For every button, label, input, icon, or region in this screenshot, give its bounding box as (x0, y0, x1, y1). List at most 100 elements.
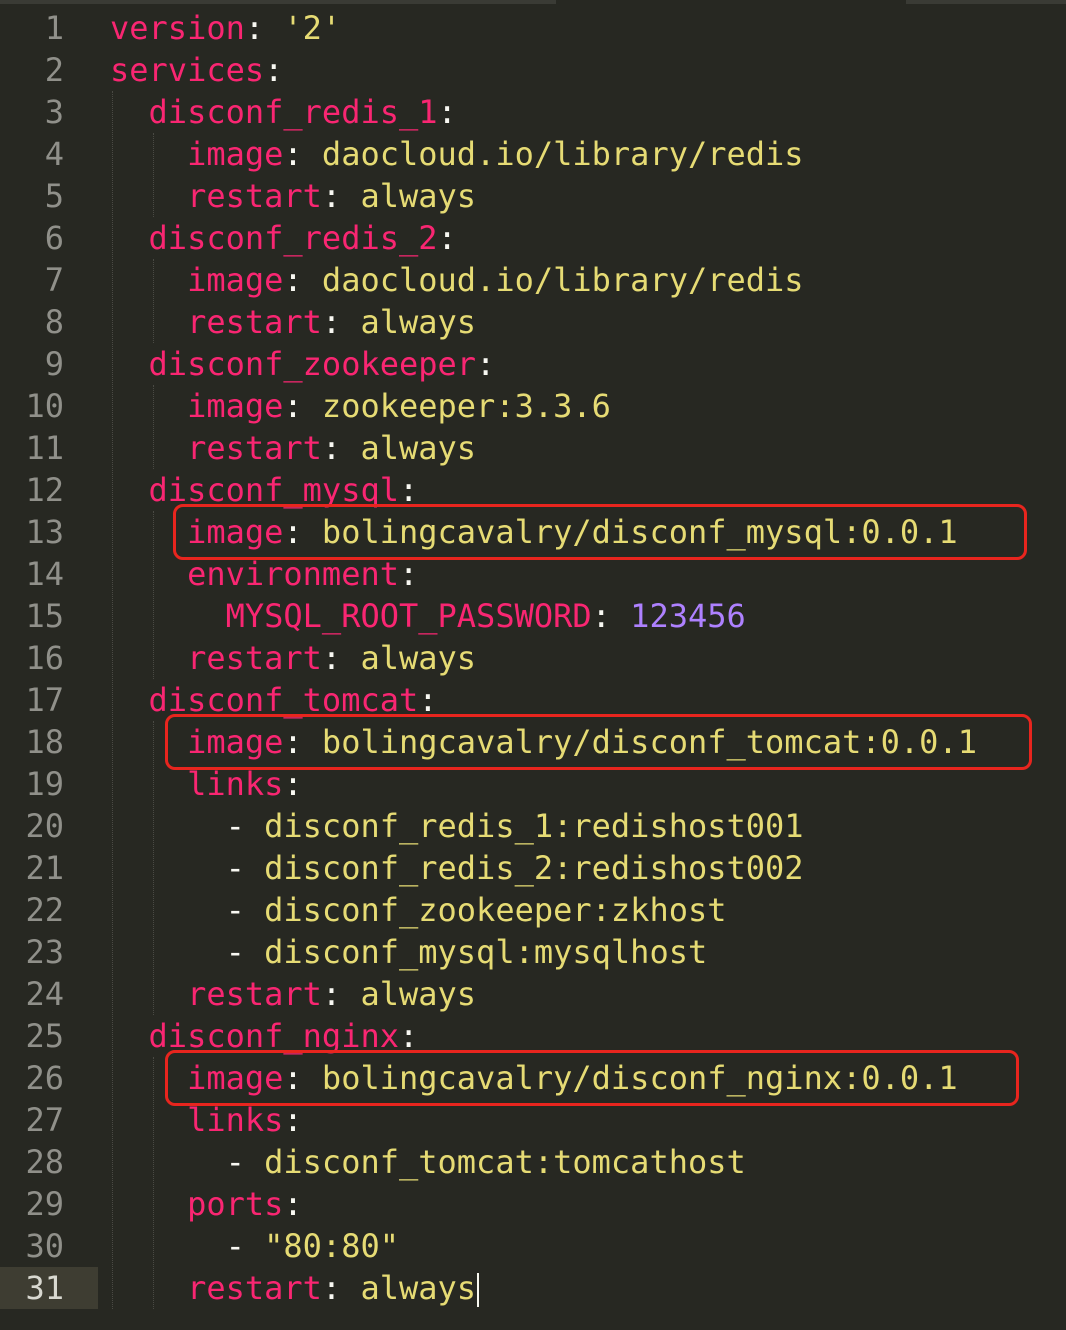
line-number: 17 (25, 681, 64, 719)
code-token: disconf_mysql:mysqlhost (264, 933, 708, 971)
line-number: 19 (25, 765, 64, 803)
line-number-row: 31 (0, 1267, 98, 1309)
code-token: image (187, 135, 284, 173)
indent-guide (153, 511, 154, 679)
line-number-row: 16 (0, 637, 98, 679)
code-token: image (187, 261, 284, 299)
line-number-row: 6 (0, 217, 98, 259)
code-line[interactable]: services: (110, 49, 283, 91)
line-number: 2 (44, 51, 64, 89)
code-line[interactable]: image: zookeeper:3.3.6 (110, 385, 611, 427)
line-number-row: 17 (0, 679, 98, 721)
code-token: restart (187, 429, 322, 467)
code-line[interactable]: - disconf_zookeeper:zkhost (110, 889, 727, 931)
code-line[interactable]: restart: always (110, 637, 476, 679)
code-token: : (283, 1101, 303, 1139)
line-number-row: 25 (0, 1015, 98, 1057)
line-number: 1 (44, 9, 64, 47)
code-line[interactable]: ports: (110, 1183, 303, 1225)
line-number-row: 9 (0, 343, 98, 385)
code-editor[interactable]: 1 2 3 4 5 6 7 8 9 10 11 12 13 14 15 16 17 18 19 20 21 22 23 24 2… (0, 0, 1066, 1330)
line-number-row: 23 (0, 931, 98, 973)
line-number-row: 20 (0, 805, 98, 847)
line-number: 13 (25, 513, 64, 551)
line-number: 18 (25, 723, 64, 761)
line-number: 11 (25, 429, 64, 467)
indent-guide (112, 91, 113, 1309)
code-line[interactable]: disconf_zookeeper: (110, 343, 496, 385)
line-number: 7 (44, 261, 64, 299)
line-number: 20 (25, 807, 64, 845)
line-number-row: 30 (0, 1225, 98, 1267)
code-token: - (225, 849, 265, 887)
code-token: always (360, 639, 477, 677)
line-number: 6 (44, 219, 64, 257)
line-number-row: 24 (0, 973, 98, 1015)
code-token: image (187, 387, 284, 425)
line-number-row: 29 (0, 1183, 98, 1225)
code-token: disconf_redis_1 (148, 93, 438, 131)
code-token: disconf_redis_2 (148, 219, 438, 257)
highlight-box (165, 1050, 1019, 1106)
highlight-box (173, 504, 1027, 560)
line-number: 4 (44, 135, 64, 173)
code-token: : (321, 639, 361, 677)
code-token: restart (187, 975, 322, 1013)
code-token: disconf_zookeeper:zkhost (264, 891, 727, 929)
code-line[interactable]: MYSQL_ROOT_PASSWORD: 123456 (110, 595, 746, 637)
code-token: restart (187, 177, 322, 215)
code-line[interactable]: image: daocloud.io/library/redis (110, 133, 804, 175)
code-token: : (244, 9, 284, 47)
code-token: : (321, 177, 361, 215)
line-number: 15 (25, 597, 64, 635)
code-line[interactable]: - disconf_tomcat:tomcathost (110, 1141, 746, 1183)
line-number-row: 4 (0, 133, 98, 175)
code-line[interactable]: disconf_redis_1: (110, 91, 457, 133)
code-token: ports (187, 1185, 284, 1223)
code-token: - (225, 807, 265, 845)
line-number-row: 10 (0, 385, 98, 427)
code-line[interactable]: - disconf_redis_1:redishost001 (110, 805, 804, 847)
code-line[interactable]: restart: always (110, 175, 476, 217)
code-token: disconf_redis_2:redishost002 (264, 849, 804, 887)
line-number: 31 (25, 1269, 64, 1307)
code-token: always (360, 429, 477, 467)
code-line[interactable]: image: daocloud.io/library/redis (110, 259, 804, 301)
line-number-row: 8 (0, 301, 98, 343)
code-line[interactable]: - disconf_mysql:mysqlhost (110, 931, 708, 973)
line-number-row: 14 (0, 553, 98, 595)
line-number: 22 (25, 891, 64, 929)
line-number: 14 (25, 555, 64, 593)
code-token: environment (187, 555, 399, 593)
text-cursor (477, 1273, 480, 1307)
code-line[interactable]: restart: always (110, 427, 476, 469)
code-token: - (225, 933, 265, 971)
line-number: 23 (25, 933, 64, 971)
line-number: 25 (25, 1017, 64, 1055)
code-token: : (264, 51, 284, 89)
code-line[interactable]: disconf_redis_2: (110, 217, 457, 259)
code-token: services (110, 51, 265, 89)
code-token: : (476, 345, 496, 383)
indent-guide (153, 133, 154, 217)
code-line[interactable]: version: '2' (110, 7, 341, 49)
code-line[interactable]: restart: always (110, 1267, 480, 1309)
line-number: 3 (44, 93, 64, 131)
code-line[interactable]: - disconf_redis_2:redishost002 (110, 847, 804, 889)
code-token: : (321, 429, 361, 467)
code-line[interactable]: restart: always (110, 301, 476, 343)
code-line[interactable]: restart: always (110, 973, 476, 1015)
line-number-row: 28 (0, 1141, 98, 1183)
